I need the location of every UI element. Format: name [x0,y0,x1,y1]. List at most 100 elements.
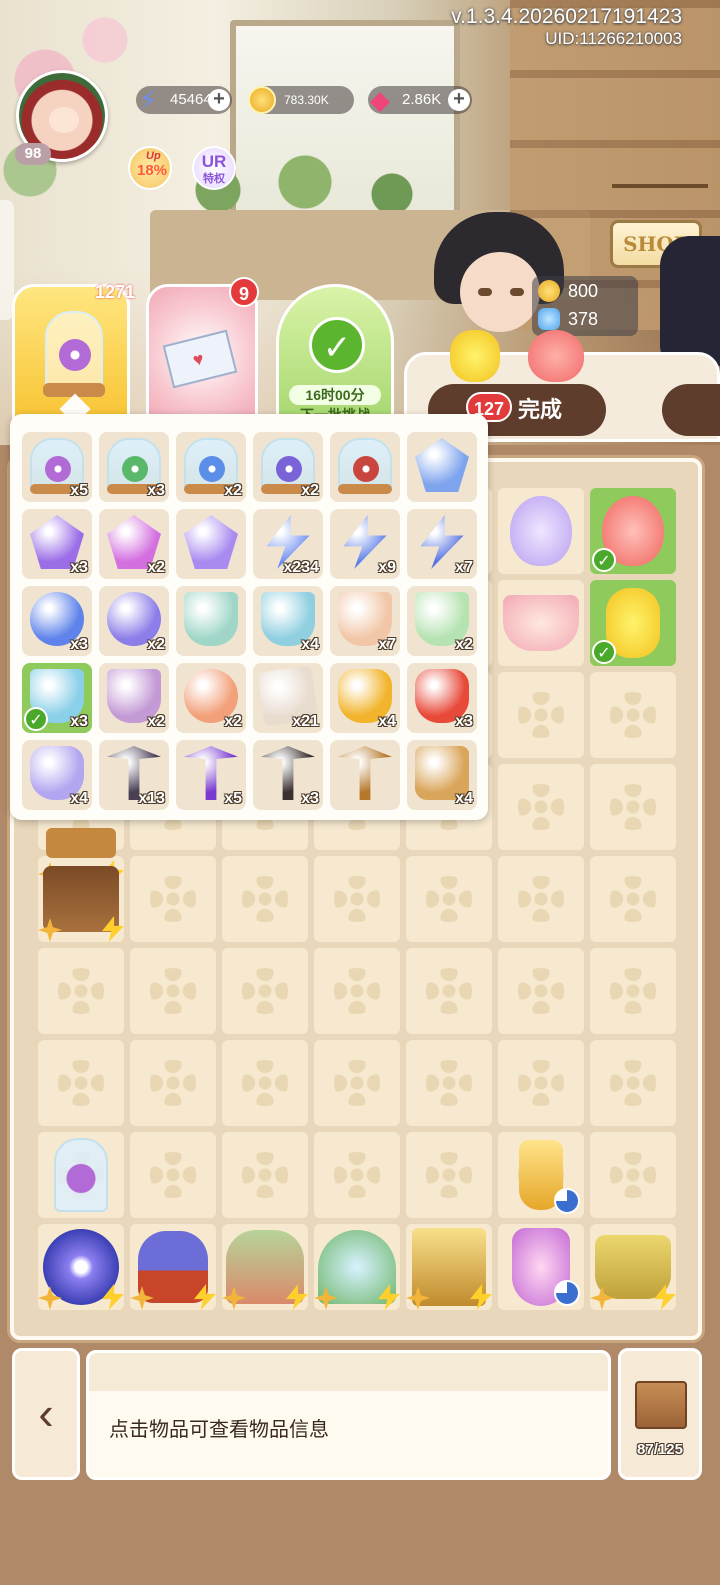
bonus-buff-button[interactable]: Up 18% [128,146,172,190]
inventory-slot-energy-bolts-2[interactable]: x9 [330,509,400,579]
inventory-slot-blue-crystal-jar[interactable]: x2 [176,432,246,502]
board-flower-jar[interactable] [38,1132,124,1218]
board-cell[interactable] [222,1040,308,1126]
coin-value: 783.30K [284,93,329,107]
back-button[interactable]: ‹ [12,1348,80,1480]
inventory-slot-amber-gem[interactable]: x4 [330,663,400,733]
second-customer-character[interactable] [660,236,720,366]
board-flower-greenhouse[interactable] [222,1224,308,1310]
storage-button[interactable]: 87/125 [618,1348,702,1480]
inventory-slot-purple-flower-jar[interactable]: x5 [22,432,92,502]
inventory-slot-pickaxe-dark[interactable]: x13 [99,740,169,810]
board-pineapple[interactable]: ✓ [590,580,676,666]
board-glass-dome[interactable] [314,1224,400,1310]
board-seed-chest[interactable] [38,856,124,942]
flower-watermark-icon [150,1060,196,1106]
inventory-popup: x5 x3 x2 x2 x3 x2 x234 x9 x7 x3 x2 x4 x7 x2 x3 ✓ x2 x2 x21… [10,414,488,820]
inventory-slot-flower-tea-cup[interactable]: x2 [407,586,477,656]
board-cell[interactable] [590,1040,676,1126]
board-golden-cabinet[interactable] [406,1224,492,1310]
inventory-slot-energy-bolt[interactable]: x234 [253,509,323,579]
ur-privilege-button[interactable]: UR 特权 [192,146,236,190]
board-cell[interactable] [314,856,400,942]
inventory-slot-seed-bag[interactable]: x4 [407,740,477,810]
inventory-slot-ruby-gem[interactable]: x3 [407,663,477,733]
complete-label: 完成 [517,397,562,422]
board-cat-tea[interactable] [498,580,584,666]
order-card-letter[interactable]: ♥ 9 [146,277,259,424]
board-cell[interactable] [498,672,584,758]
board-red-drop[interactable]: ✓ [590,488,676,574]
inventory-slot-koi-fish[interactable]: x2 [176,663,246,733]
inventory-slot-crystal-cluster[interactable] [176,509,246,579]
board-cell[interactable] [314,1040,400,1126]
inventory-slot-pickaxe-rose[interactable]: x3 [253,740,323,810]
board-cell[interactable] [590,764,676,850]
add-energy-button[interactable]: + [208,89,230,111]
board-cell[interactable] [130,948,216,1034]
board-cell[interactable] [498,948,584,1034]
board-cell[interactable] [406,1132,492,1218]
reward-butterfly-value: 378 [568,309,599,329]
board-cell[interactable] [314,1132,400,1218]
inventory-slot-opal-gem[interactable]: x4 [22,740,92,810]
board-cell[interactable] [130,1132,216,1218]
board-cell[interactable] [590,672,676,758]
board-cell[interactable] [590,948,676,1034]
board-cell[interactable] [498,856,584,942]
board-perfume-bottle[interactable] [498,1132,584,1218]
gem-counter[interactable]: ◆ 2.86K + [368,86,472,114]
flower-watermark-icon [150,876,196,922]
energy-counter[interactable]: ⚡ 45464 + [136,86,232,114]
board-cell[interactable] [498,764,584,850]
flower-jar-icon [43,311,105,397]
inventory-slot-energy-orb-large[interactable]: x2 [99,586,169,656]
cooldown-clock-icon [554,1280,580,1306]
item-quantity: x234 [283,559,319,576]
inventory-slot-lavender-jar[interactable]: x2 [253,432,323,502]
board-cell[interactable] [38,948,124,1034]
board-cell[interactable] [222,948,308,1034]
inventory-slot-cat-pudding[interactable]: x2 [99,663,169,733]
board-cell[interactable] [222,1132,308,1218]
board-magic-bottle[interactable] [498,1224,584,1310]
board-cell[interactable] [406,856,492,942]
inventory-slot-tree-jar[interactable] [330,432,400,502]
flower-watermark-icon [58,968,104,1014]
flower-watermark-icon [242,1152,288,1198]
board-cell[interactable] [406,948,492,1034]
inventory-slot-gift-box[interactable]: x21 [253,663,323,733]
inventory-slot-pickaxe-gold[interactable] [330,740,400,810]
board-cell[interactable] [498,1040,584,1126]
inventory-slot-pink-crystal[interactable]: x2 [99,509,169,579]
board-cell[interactable] [314,948,400,1034]
inventory-slot-energy-bolts-3[interactable]: x7 [407,509,477,579]
inventory-slot-green-clover-jar[interactable]: x3 [99,432,169,502]
inventory-slot-cat-tea-cup[interactable]: x7 [330,586,400,656]
item-quantity: x3 [70,559,88,576]
board-cell[interactable] [590,1132,676,1218]
board-cosmic-portal[interactable] [38,1224,124,1310]
board-cell[interactable] [406,1040,492,1126]
red-drop-icon [528,330,584,382]
board-teapot-stove[interactable] [130,1224,216,1310]
inventory-slot-cat-latte[interactable]: x3 ✓ [22,663,92,733]
inventory-slot-pickaxe-purple[interactable]: x5 [176,740,246,810]
add-gem-button[interactable]: + [448,89,470,111]
order-card-challenge[interactable]: ✓ 16时00分 下一批挑战 [276,284,394,424]
complete-button-secondary[interactable] [662,384,720,436]
inventory-slot-energy-orb[interactable]: x3 [22,586,92,656]
inventory-slot-green-tea-bowl[interactable] [176,586,246,656]
inventory-slot-purple-crystal[interactable]: x3 [22,509,92,579]
board-cell[interactable] [130,1040,216,1126]
inventory-slot-blue-crystal[interactable] [407,432,477,502]
board-cell[interactable] [130,856,216,942]
board-cell[interactable] [38,1040,124,1126]
board-picnic-basket[interactable] [590,1224,676,1310]
board-cell[interactable] [222,856,308,942]
board-cell[interactable] [590,856,676,942]
player-avatar[interactable]: 98 [15,70,108,165]
board-purple-drop[interactable] [498,488,584,574]
flower-watermark-icon [610,692,656,738]
inventory-slot-tea-cup-blue[interactable]: x4 [253,586,323,656]
